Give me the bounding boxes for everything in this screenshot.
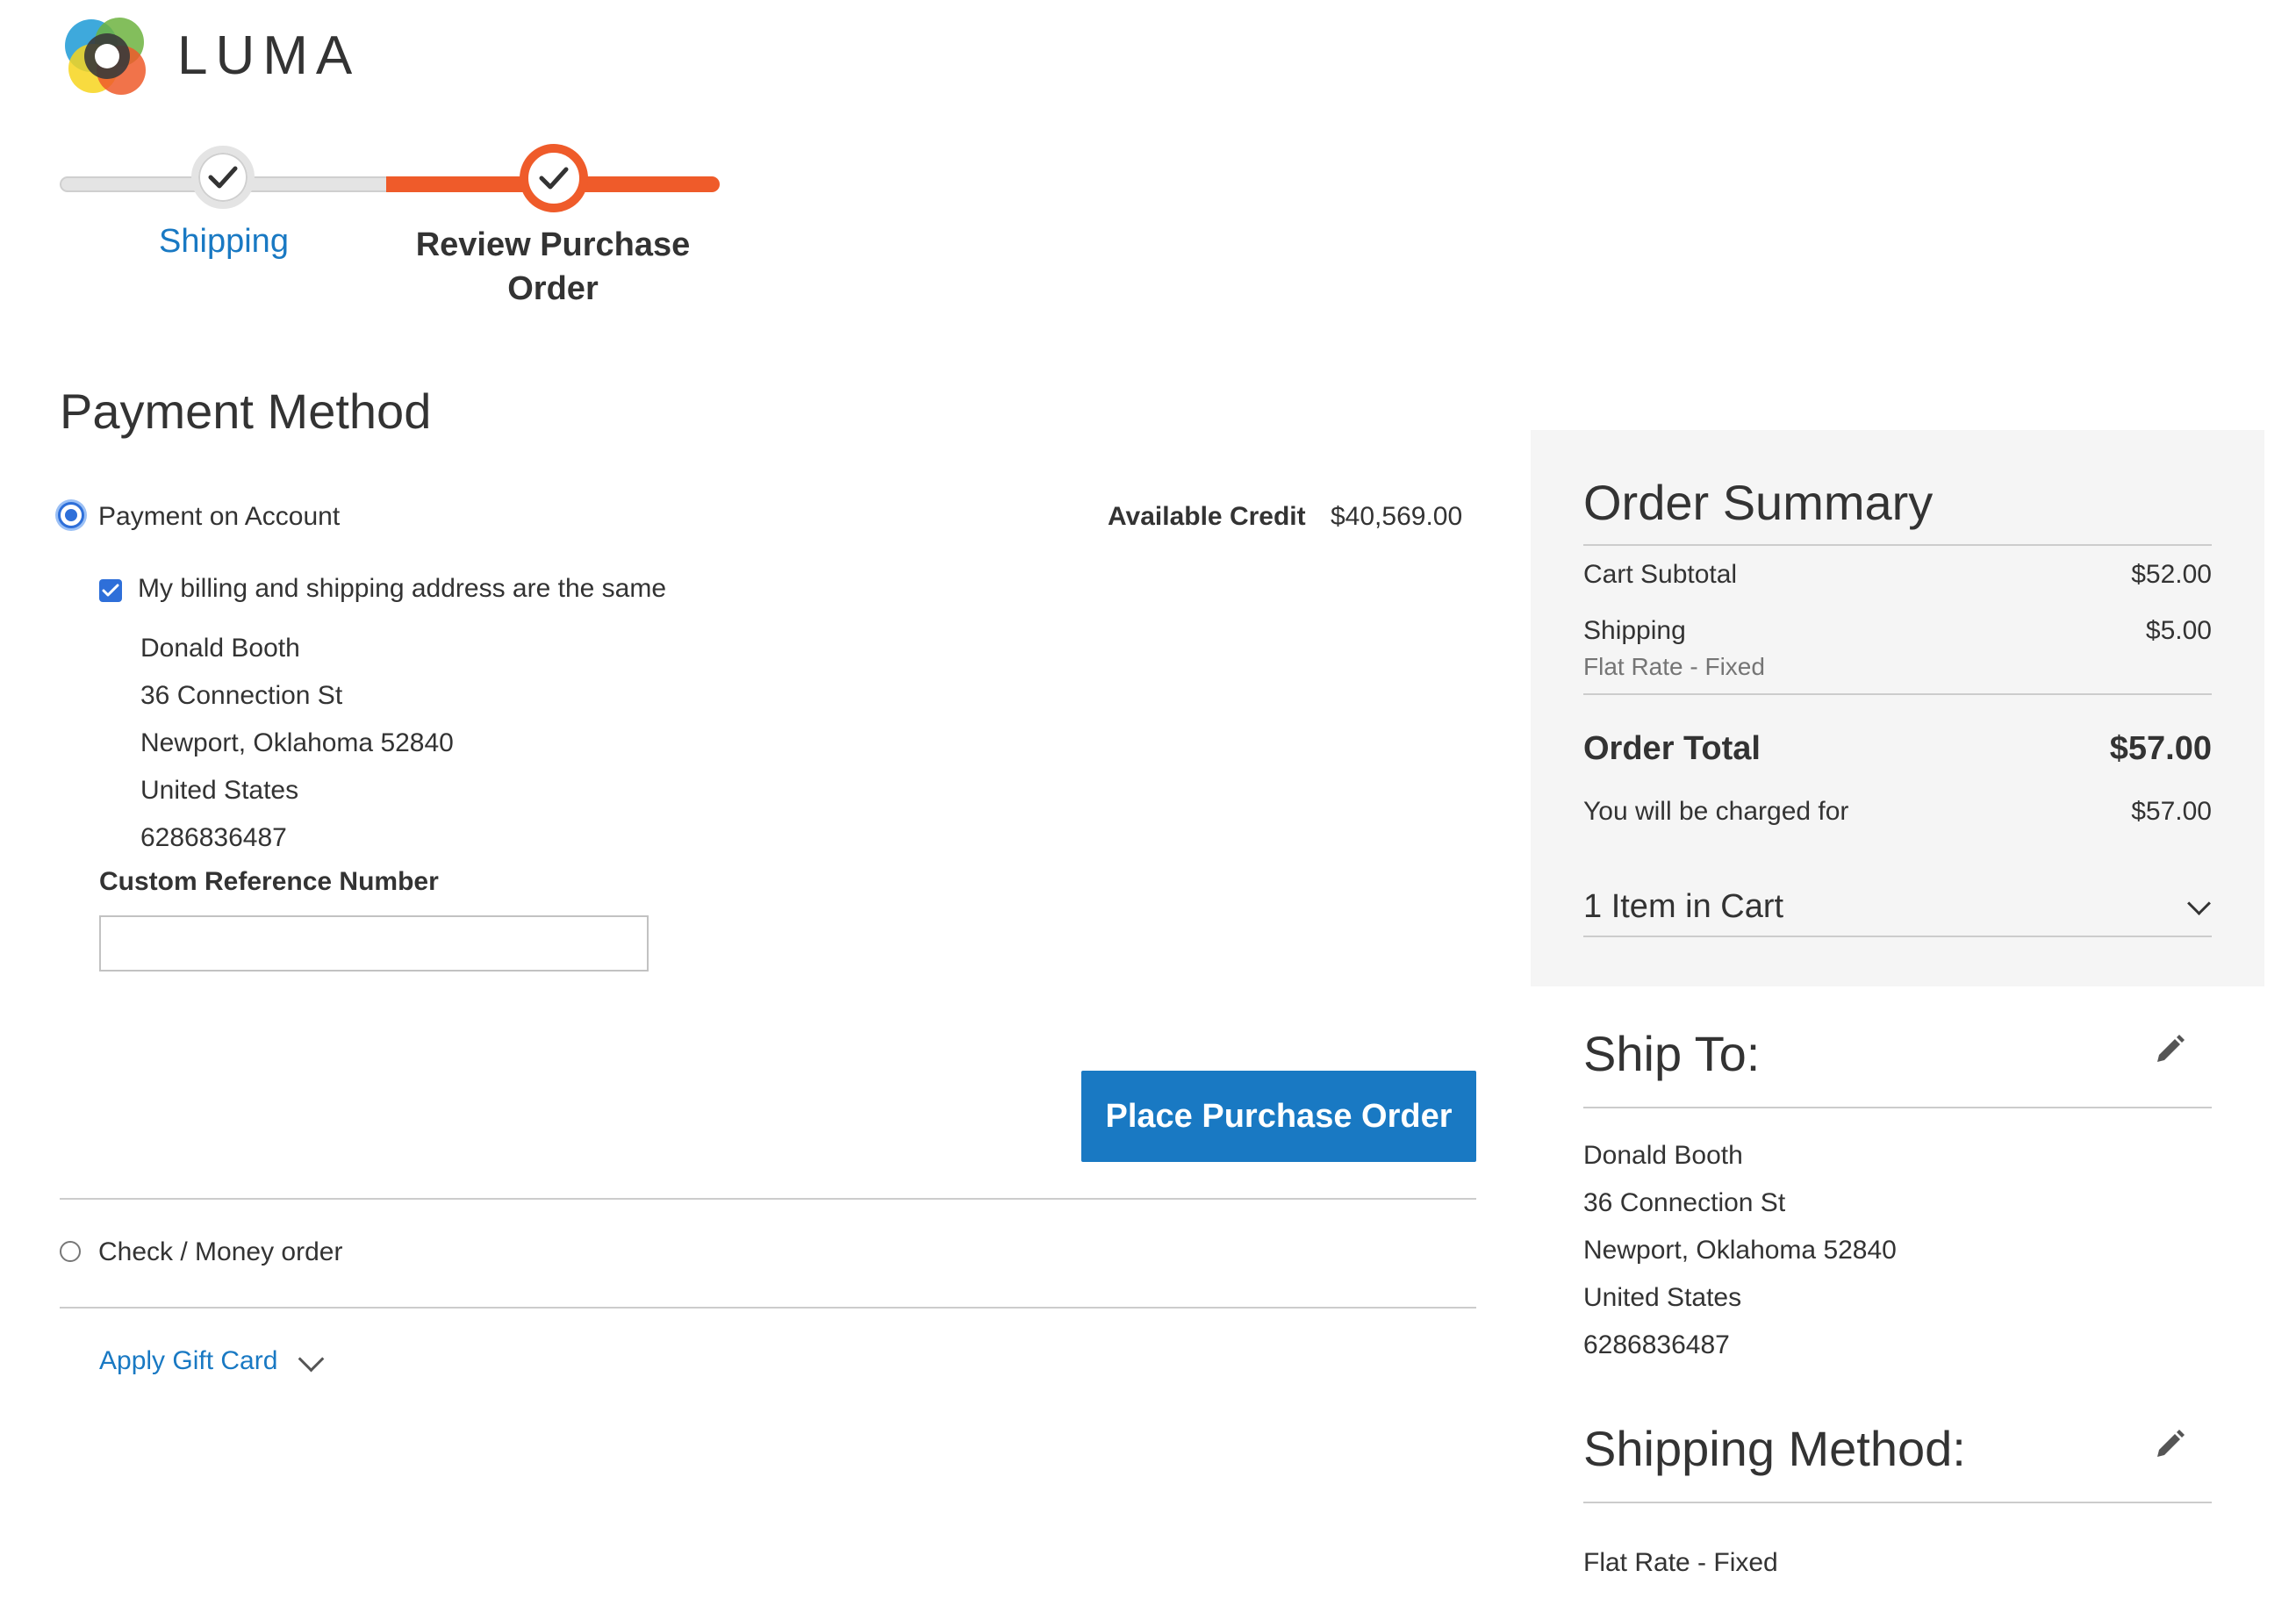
radio-dot (65, 509, 77, 521)
shipping-value: $5.00 (2145, 616, 2212, 645)
ship-to-title: Ship To: (1583, 1026, 1761, 1081)
ship-to-phone-link[interactable]: 6286836487 (1583, 1330, 1730, 1360)
charged-label: You will be charged for (1583, 797, 1849, 826)
step-shipping-link[interactable]: Shipping (114, 223, 334, 261)
available-credit-value: $40,569.00 (1331, 502, 1463, 531)
cart-subtotal-label: Cart Subtotal (1583, 560, 1738, 589)
divider (1583, 693, 2212, 695)
payment-on-account-radio[interactable] (58, 502, 84, 528)
shipping-method-sub: Flat Rate - Fixed (1583, 653, 1765, 680)
billing-phone-link[interactable]: 6286836487 (140, 823, 287, 853)
divider (1583, 936, 2212, 937)
step-review-label-line1: Review Purchase (415, 226, 691, 263)
checkmark-icon (539, 167, 569, 190)
divider (1583, 1107, 2212, 1108)
step-shipping-circle[interactable] (191, 146, 255, 209)
custom-reference-input[interactable] (99, 915, 649, 972)
chevron-down-icon[interactable] (298, 1345, 325, 1373)
custom-reference-label: Custom Reference Number (99, 867, 439, 896)
shipping-method-value: Flat Rate - Fixed (1583, 1548, 1778, 1577)
check-money-order-label[interactable]: Check / Money order (98, 1237, 342, 1267)
ship-to-edit-button[interactable] (2152, 1032, 2187, 1072)
order-total-label: Order Total (1583, 730, 1761, 767)
available-credit-label: Available Credit (1108, 502, 1306, 531)
luma-logo-icon (65, 18, 146, 95)
ship-to-city: Newport, Oklahoma 52840 (1583, 1236, 1897, 1265)
brand-name: LUMA (177, 25, 361, 86)
shipping-method-title: Shipping Method: (1583, 1421, 1966, 1476)
same-address-checkbox[interactable] (99, 579, 122, 602)
same-address-label[interactable]: My billing and shipping address are the … (138, 574, 666, 604)
divider (1583, 544, 2212, 546)
billing-street: 36 Connection St (140, 681, 343, 710)
check-money-order-radio[interactable] (60, 1241, 81, 1262)
payment-method-title: Payment Method (60, 384, 432, 439)
step-review-circle (520, 144, 588, 212)
payment-on-account-label[interactable]: Payment on Account (98, 502, 340, 532)
shipping-label: Shipping (1583, 616, 1686, 645)
apply-gift-card-link[interactable]: Apply Gift Card (99, 1346, 277, 1376)
shipping-method-edit-button[interactable] (2152, 1427, 2187, 1466)
pencil-icon (2157, 1035, 2185, 1062)
ship-to-name: Donald Booth (1583, 1141, 1743, 1170)
place-purchase-order-button[interactable]: Place Purchase Order (1081, 1071, 1476, 1162)
step-review-label: Review Purchase Order (386, 223, 720, 311)
checkmark-icon (102, 584, 119, 597)
divider (60, 1307, 1476, 1309)
charged-value: $57.00 (2131, 797, 2212, 826)
billing-city: Newport, Oklahoma 52840 (140, 728, 454, 757)
ship-to-street: 36 Connection St (1583, 1188, 1786, 1217)
checkmark-icon (208, 166, 238, 189)
pencil-icon (2157, 1430, 2185, 1457)
step-review-label-line2: Order (507, 270, 599, 307)
order-summary-title: Order Summary (1583, 475, 1934, 530)
items-in-cart-toggle[interactable]: 1 Item in Cart (1583, 888, 1783, 926)
cart-subtotal-value: $52.00 (2131, 560, 2212, 589)
order-total-value: $57.00 (2109, 730, 2212, 767)
billing-country: United States (140, 776, 299, 805)
billing-name: Donald Booth (140, 634, 300, 663)
ship-to-country: United States (1583, 1283, 1742, 1312)
divider (1583, 1502, 2212, 1503)
divider (60, 1198, 1476, 1200)
